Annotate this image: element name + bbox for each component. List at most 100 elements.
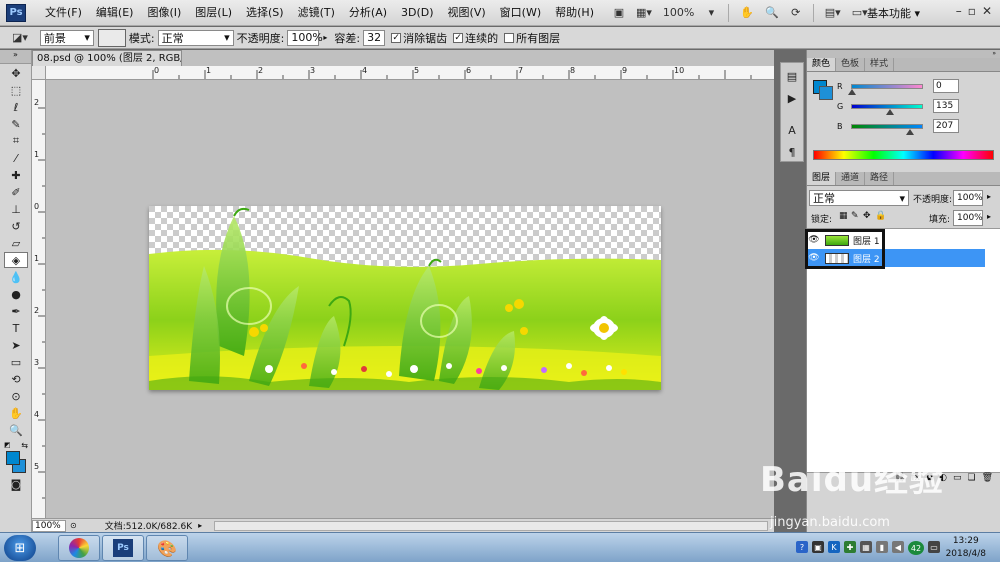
tray-badge-icon[interactable]: 42 — [908, 541, 924, 555]
lock-all-icon[interactable]: 🔒 — [875, 211, 886, 221]
blur-tool-icon[interactable]: 💧 — [4, 269, 28, 285]
red-track[interactable] — [848, 83, 923, 95]
shape-tool-icon[interactable]: ▭ — [4, 354, 28, 370]
blue-value[interactable]: 207 — [933, 119, 959, 133]
swap-colors-icon[interactable]: ⇆ — [21, 441, 28, 450]
move-tool-icon[interactable]: ✥ — [4, 65, 28, 81]
maximize-button[interactable]: ▫ — [968, 4, 976, 18]
tray-network-icon[interactable]: ▮ — [876, 541, 888, 553]
blend-mode-select[interactable]: 正常 ▾ — [809, 190, 909, 206]
tray-battery-icon[interactable]: ▭ — [928, 541, 940, 553]
background-color-swatch[interactable] — [819, 86, 833, 100]
menu-file[interactable]: 文件(F) — [38, 0, 89, 26]
histogram-icon[interactable]: ▤ — [782, 67, 802, 85]
delete-layer-icon[interactable]: 🗑 — [982, 473, 993, 486]
menu-edit[interactable]: 编辑(E) — [89, 0, 141, 26]
collapse-icon[interactable]: » — [0, 50, 31, 64]
fill-input[interactable]: 100% — [953, 210, 983, 226]
tab-channels[interactable]: 通道 — [836, 172, 866, 185]
hand-tool-icon[interactable]: ✋ — [736, 4, 758, 22]
tab-paths[interactable]: 路径 — [865, 172, 895, 185]
green-slider-thumb[interactable] — [886, 108, 895, 115]
marquee-tool-icon[interactable]: ⬚ — [4, 82, 28, 98]
status-expand-icon[interactable]: ▸ — [198, 521, 202, 530]
fill-source-select[interactable]: 前景 ▾ — [39, 29, 94, 46]
quick-select-tool-icon[interactable]: ✎ — [4, 116, 28, 132]
red-slider[interactable]: R 0 — [837, 78, 959, 95]
blue-slider[interactable]: B 207 — [837, 118, 959, 135]
tray-volume-icon[interactable]: ◀ — [892, 541, 904, 553]
type-tool-icon[interactable]: T — [4, 320, 28, 336]
help-icon[interactable]: ? — [796, 541, 808, 553]
green-value[interactable]: 135 — [933, 99, 959, 113]
tolerance-input[interactable]: 32 — [363, 29, 386, 46]
taskbar-app-photoshop[interactable]: Ps — [102, 535, 144, 561]
opacity-arrow-icon[interactable]: ▸ — [987, 192, 991, 201]
minimize-button[interactable]: – — [956, 4, 962, 18]
pen-tool-icon[interactable]: ✒ — [4, 303, 28, 319]
workspace-switcher[interactable]: 基本功能 ▾ — [867, 5, 920, 21]
antialias-checkbox[interactable]: ✓ 消除锯齿 — [391, 30, 447, 46]
default-colors-icon[interactable]: ◩ — [4, 441, 11, 449]
eraser-tool-icon[interactable]: ▱ — [4, 235, 28, 251]
green-slider[interactable]: G 135 — [837, 98, 959, 115]
menu-3d[interactable]: 3D(D) — [394, 0, 441, 26]
opacity-input[interactable]: 100% — [287, 29, 323, 46]
brush-tool-icon[interactable]: ✐ — [4, 184, 28, 200]
close-button[interactable]: ✕ — [982, 4, 992, 18]
blue-slider-thumb[interactable] — [906, 128, 915, 135]
hand-tool-icon[interactable]: ✋ — [4, 405, 28, 421]
eyedropper-tool-icon[interactable]: ⁄ — [4, 150, 28, 166]
tray-security-icon[interactable]: K — [828, 541, 840, 553]
zoom-tool-icon[interactable]: 🔍 — [4, 422, 28, 438]
blue-track[interactable] — [851, 123, 923, 135]
tab-layers[interactable]: 图层 — [807, 172, 837, 185]
zoom-dropdown-icon[interactable]: ▾ — [701, 4, 721, 22]
quick-mask-icon[interactable]: ◙ — [4, 476, 28, 492]
lock-transparency-icon[interactable]: ▦ — [839, 211, 848, 221]
canvas-area[interactable] — [47, 81, 774, 518]
layer-opacity-input[interactable]: 100% — [953, 190, 983, 206]
contiguous-checkbox[interactable]: ✓ 连续的 — [453, 30, 498, 46]
red-value[interactable]: 0 — [933, 79, 959, 93]
canvas-image[interactable] — [149, 206, 661, 390]
tray-update-icon[interactable]: ✚ — [844, 541, 856, 553]
menu-image[interactable]: 图像(I) — [140, 0, 188, 26]
menu-help[interactable]: 帮助(H) — [548, 0, 601, 26]
new-group-icon[interactable]: ▭ — [953, 473, 962, 486]
tab-color[interactable]: 颜色 — [807, 58, 837, 71]
taskbar-app-picture-viewer[interactable] — [58, 535, 100, 561]
3d-rotate-tool-icon[interactable]: ⟲ — [4, 371, 28, 387]
taskbar-app-paint[interactable]: 🎨 — [146, 535, 188, 561]
crop-tool-icon[interactable]: ⌗ — [4, 133, 28, 149]
zoom-level[interactable]: 100% — [659, 4, 698, 22]
menu-window[interactable]: 窗口(W) — [493, 0, 548, 26]
menu-filter[interactable]: 滤镜(T) — [291, 0, 342, 26]
lasso-tool-icon[interactable]: ℓ — [4, 99, 28, 115]
view-extras-icon[interactable]: ▦▾ — [632, 4, 656, 22]
fill-arrow-icon[interactable]: ▸ — [987, 212, 991, 221]
opacity-arrow-icon[interactable]: ▸ — [323, 33, 327, 42]
foreground-color-swatch[interactable] — [6, 451, 20, 465]
status-menu-icon[interactable]: ⊙ — [70, 521, 77, 530]
document-tab[interactable]: 08.psd @ 100% (图层 2, RGB/8) * ✕ — [32, 50, 182, 66]
character-icon[interactable]: A — [782, 121, 802, 139]
new-layer-icon[interactable]: ❏ — [967, 473, 975, 486]
history-brush-tool-icon[interactable]: ↺ — [4, 218, 28, 234]
3d-orbit-tool-icon[interactable]: ⊙ — [4, 388, 28, 404]
tab-swatches[interactable]: 色板 — [836, 58, 866, 71]
path-select-tool-icon[interactable]: ➤ — [4, 337, 28, 353]
dodge-tool-icon[interactable]: ● — [4, 286, 28, 302]
tray-app-icon[interactable]: ▣ — [812, 541, 824, 553]
tray-keyboard-icon[interactable]: ▦ — [860, 541, 872, 553]
pattern-picker[interactable] — [97, 28, 126, 47]
dock-collapse-icon[interactable]: » — [807, 50, 1000, 58]
menu-select[interactable]: 选择(S) — [239, 0, 291, 26]
color-spectrum-bar[interactable] — [813, 150, 994, 160]
bridge-icon[interactable]: ▣ — [609, 4, 629, 22]
system-clock[interactable]: 13:29 2018/4/8 — [946, 535, 986, 561]
lock-pixels-icon[interactable]: ✎ — [851, 211, 859, 221]
paint-bucket-tool-icon[interactable]: ◈ — [4, 252, 28, 268]
red-slider-thumb[interactable] — [848, 88, 856, 95]
tab-styles[interactable]: 样式 — [865, 58, 895, 71]
